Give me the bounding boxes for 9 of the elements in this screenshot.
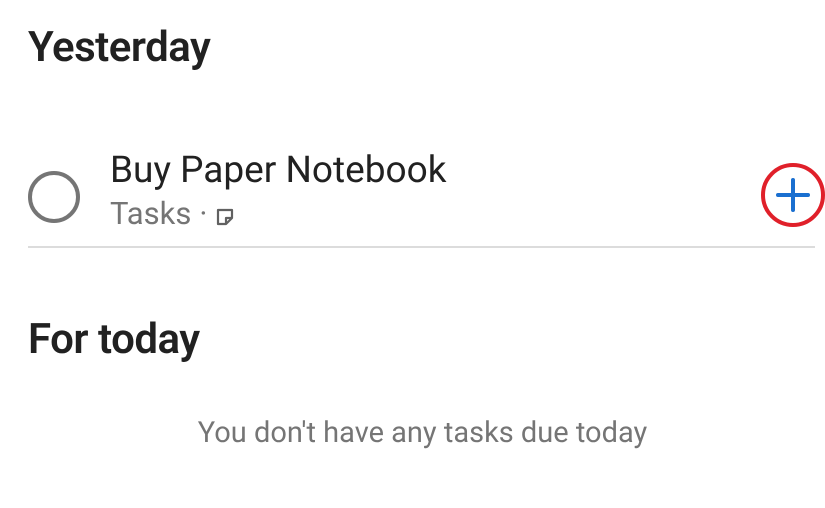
separator-dot: ·: [199, 195, 208, 233]
task-checkbox[interactable]: [28, 171, 80, 223]
section-heading: For today: [28, 314, 201, 366]
task-title: Buy Paper Notebook: [110, 149, 448, 193]
section-heading: Yesterday: [28, 22, 212, 74]
task-list-name: Tasks: [110, 195, 192, 233]
plus-icon: [775, 177, 811, 213]
add-button[interactable]: [761, 163, 825, 227]
empty-message: You don't have any tasks due today: [196, 416, 648, 450]
